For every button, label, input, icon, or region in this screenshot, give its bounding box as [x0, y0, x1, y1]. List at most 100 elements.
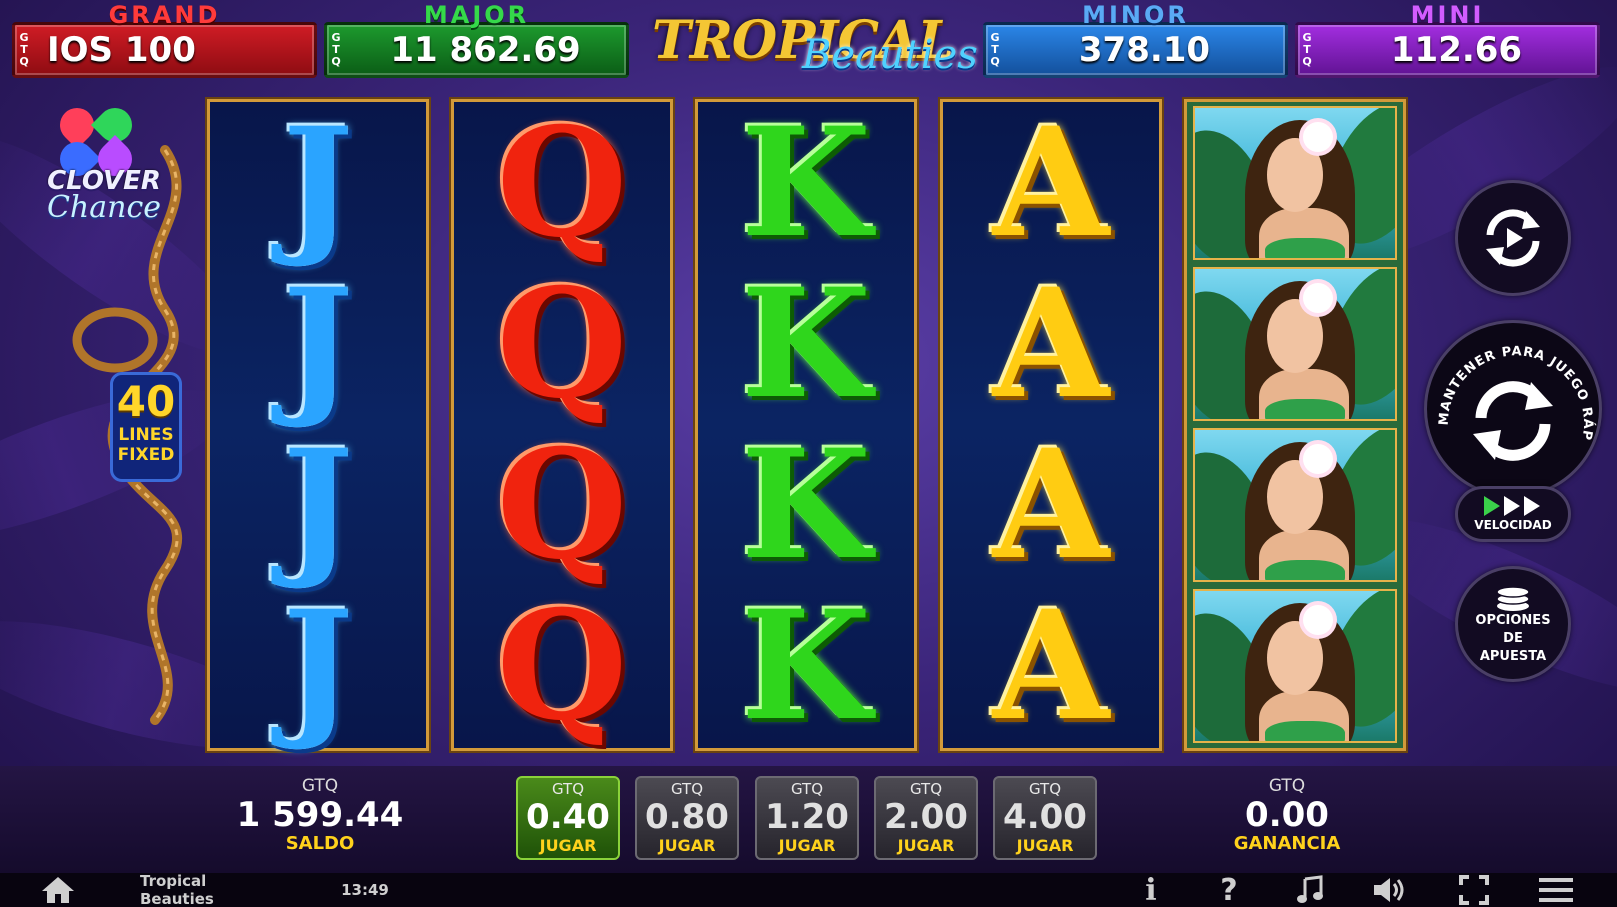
bet-label: JUGAR — [897, 836, 955, 855]
lines-count: 40 — [116, 377, 176, 426]
bet-label: JUGAR — [778, 836, 836, 855]
game-logo: TROPICAL Beauties — [652, 6, 978, 86]
jackpot-major-value: 11 862.69 — [390, 30, 581, 70]
jackpot-minor: GTQ 378.10 MINOR — [983, 2, 1288, 80]
jackpot-major: GTQ 11 862.69 MAJOR — [324, 2, 629, 80]
jackpot-mini-value: 112.66 — [1390, 30, 1523, 70]
spin-arc-label: MANTENER PARA JUEGO RÁPIDO — [1427, 323, 1596, 442]
volume-icon[interactable] — [1370, 873, 1410, 907]
reel-2: Q Q Q Q — [451, 99, 673, 751]
bet-value: 0.40 — [526, 797, 610, 837]
lines-badge: 40 LINES FIXED — [110, 372, 182, 482]
bet-button-4[interactable]: GTQ 2.00 JUGAR — [874, 776, 978, 860]
bet-currency: GTQ — [670, 780, 704, 798]
bet-value: 0.80 — [645, 797, 729, 837]
jackpot-mini-currency: GTQ — [1302, 31, 1312, 68]
jackpot-mini-title: MINI — [1410, 1, 1485, 29]
reel-symbol-q: Q — [496, 255, 628, 432]
bet-options-label-3: APUESTA — [1479, 649, 1547, 664]
reel-symbol-a: A — [992, 416, 1110, 593]
reel-symbol-j: J — [282, 416, 354, 593]
jackpot-grand-currency: GTQ — [19, 31, 29, 68]
reel-symbol-k: K — [740, 255, 872, 432]
bet-currency: GTQ — [551, 780, 585, 798]
autoplay-icon — [1486, 209, 1540, 267]
jackpot-minor-title: MINOR — [1082, 1, 1189, 29]
bet-label: JUGAR — [539, 836, 597, 855]
reel-symbol-a: A — [992, 577, 1110, 754]
jackpot-major-title: MAJOR — [423, 1, 530, 29]
reel-symbol-j: J — [282, 255, 354, 432]
reel-symbol-q: Q — [496, 416, 628, 593]
spin-button[interactable]: MANTENER PARA JUEGO RÁPIDO — [1424, 320, 1602, 498]
bet-button-3[interactable]: GTQ 1.20 JUGAR — [755, 776, 859, 860]
footer-bar: Tropical Beauties 13:49 i ? — [0, 872, 1617, 907]
jackpot-minor-currency: GTQ — [990, 31, 1000, 68]
bet-value: 2.00 — [884, 797, 968, 837]
bet-currency: GTQ — [909, 780, 943, 798]
win-label: GANANCIA — [1233, 833, 1341, 854]
svg-text:MANTENER PARA JUEGO RÁPIDO: MANTENER PARA JUEGO RÁPIDO — [1427, 323, 1596, 442]
bet-button-5[interactable]: GTQ 4.00 JUGAR — [993, 776, 1097, 860]
home-icon[interactable] — [38, 873, 78, 907]
reel-5 — [1184, 99, 1406, 751]
lines-label2: FIXED — [117, 445, 175, 465]
bet-currency: GTQ — [1028, 780, 1062, 798]
clover-chance-logo: CLOVER Chance — [34, 100, 164, 234]
balance-value: 1 599.44 — [236, 795, 404, 835]
game-stage: GTQ IOS 100 70 3( GRAND GTQ 11 862.69 MA… — [0, 0, 1617, 907]
fast-forward-icon — [1484, 496, 1540, 516]
jackpot-grand-value: IOS 100 70 3( — [47, 30, 196, 70]
bet-currency: GTQ — [790, 780, 824, 798]
lines-label1: LINES — [118, 425, 174, 445]
win-value: 0.00 — [1245, 795, 1329, 835]
reel-3: K K K K — [695, 99, 917, 751]
jackpot-grand-box: GTQ IOS 100 70 3( — [12, 22, 317, 78]
menu-icon[interactable] — [1536, 873, 1576, 907]
clover-subtitle: Chance — [46, 190, 162, 225]
fullscreen-icon[interactable] — [1456, 873, 1492, 907]
info-icon[interactable]: i — [1136, 873, 1166, 907]
reel-symbol-a: A — [992, 94, 1110, 271]
speed-label: VELOCIDAD — [1474, 518, 1552, 532]
win-display: GTQ 0.00 GANANCIA — [1187, 766, 1387, 854]
clock-time: 13:49 — [341, 881, 389, 899]
game-name: Tropical Beauties — [140, 872, 214, 907]
bet-button-1[interactable]: GTQ 0.40 JUGAR — [516, 776, 620, 860]
music-icon[interactable] — [1292, 873, 1328, 907]
jackpot-mini-box: GTQ 112.66 — [1295, 22, 1600, 78]
spin-arc-text: MANTENER PARA JUEGO RÁPIDO — [1427, 323, 1595, 442]
reel-symbol-beauty — [1193, 428, 1397, 582]
bet-button-2[interactable]: GTQ 0.80 JUGAR — [635, 776, 739, 860]
autoplay-button[interactable] — [1455, 180, 1571, 296]
bet-label: JUGAR — [1016, 836, 1074, 855]
jackpot-major-box: GTQ 11 862.69 — [324, 22, 629, 78]
logo-line2: Beauties — [802, 32, 978, 78]
balance-label: SALDO — [285, 833, 355, 854]
jackpot-major-currency: GTQ — [331, 31, 341, 68]
reel-symbol-a: A — [992, 255, 1110, 432]
reel-symbol-q: Q — [496, 94, 628, 271]
reel-1: J J J J — [207, 99, 429, 751]
jackpot-minor-value: 378.10 — [1078, 30, 1211, 70]
reel-symbol-beauty — [1193, 106, 1397, 260]
win-currency: GTQ — [1268, 776, 1306, 796]
balance-display: GTQ 1 599.44 SALDO — [220, 766, 420, 854]
bet-options-label-2: DE — [1503, 631, 1523, 646]
bet-options-label-1: OPCIONES — [1475, 613, 1551, 628]
balance-currency: GTQ — [301, 776, 339, 796]
bet-options-button[interactable]: OPCIONES DE APUESTA — [1455, 566, 1571, 682]
reel-4: A A A A — [940, 99, 1162, 751]
reel-symbol-j: J — [282, 577, 354, 754]
jackpot-grand: GTQ IOS 100 70 3( GRAND — [12, 2, 317, 80]
help-icon[interactable]: ? — [1212, 873, 1246, 907]
reel-symbol-k: K — [740, 94, 872, 271]
coins-icon — [1496, 586, 1530, 611]
bet-value: 1.20 — [765, 797, 849, 837]
reel-symbol-beauty — [1193, 589, 1397, 743]
reel-symbol-k: K — [740, 577, 872, 754]
reel-symbol-j: J — [282, 94, 354, 271]
speed-button[interactable]: VELOCIDAD — [1455, 486, 1571, 542]
bet-label: JUGAR — [658, 836, 716, 855]
reel-symbol-beauty — [1193, 267, 1397, 421]
